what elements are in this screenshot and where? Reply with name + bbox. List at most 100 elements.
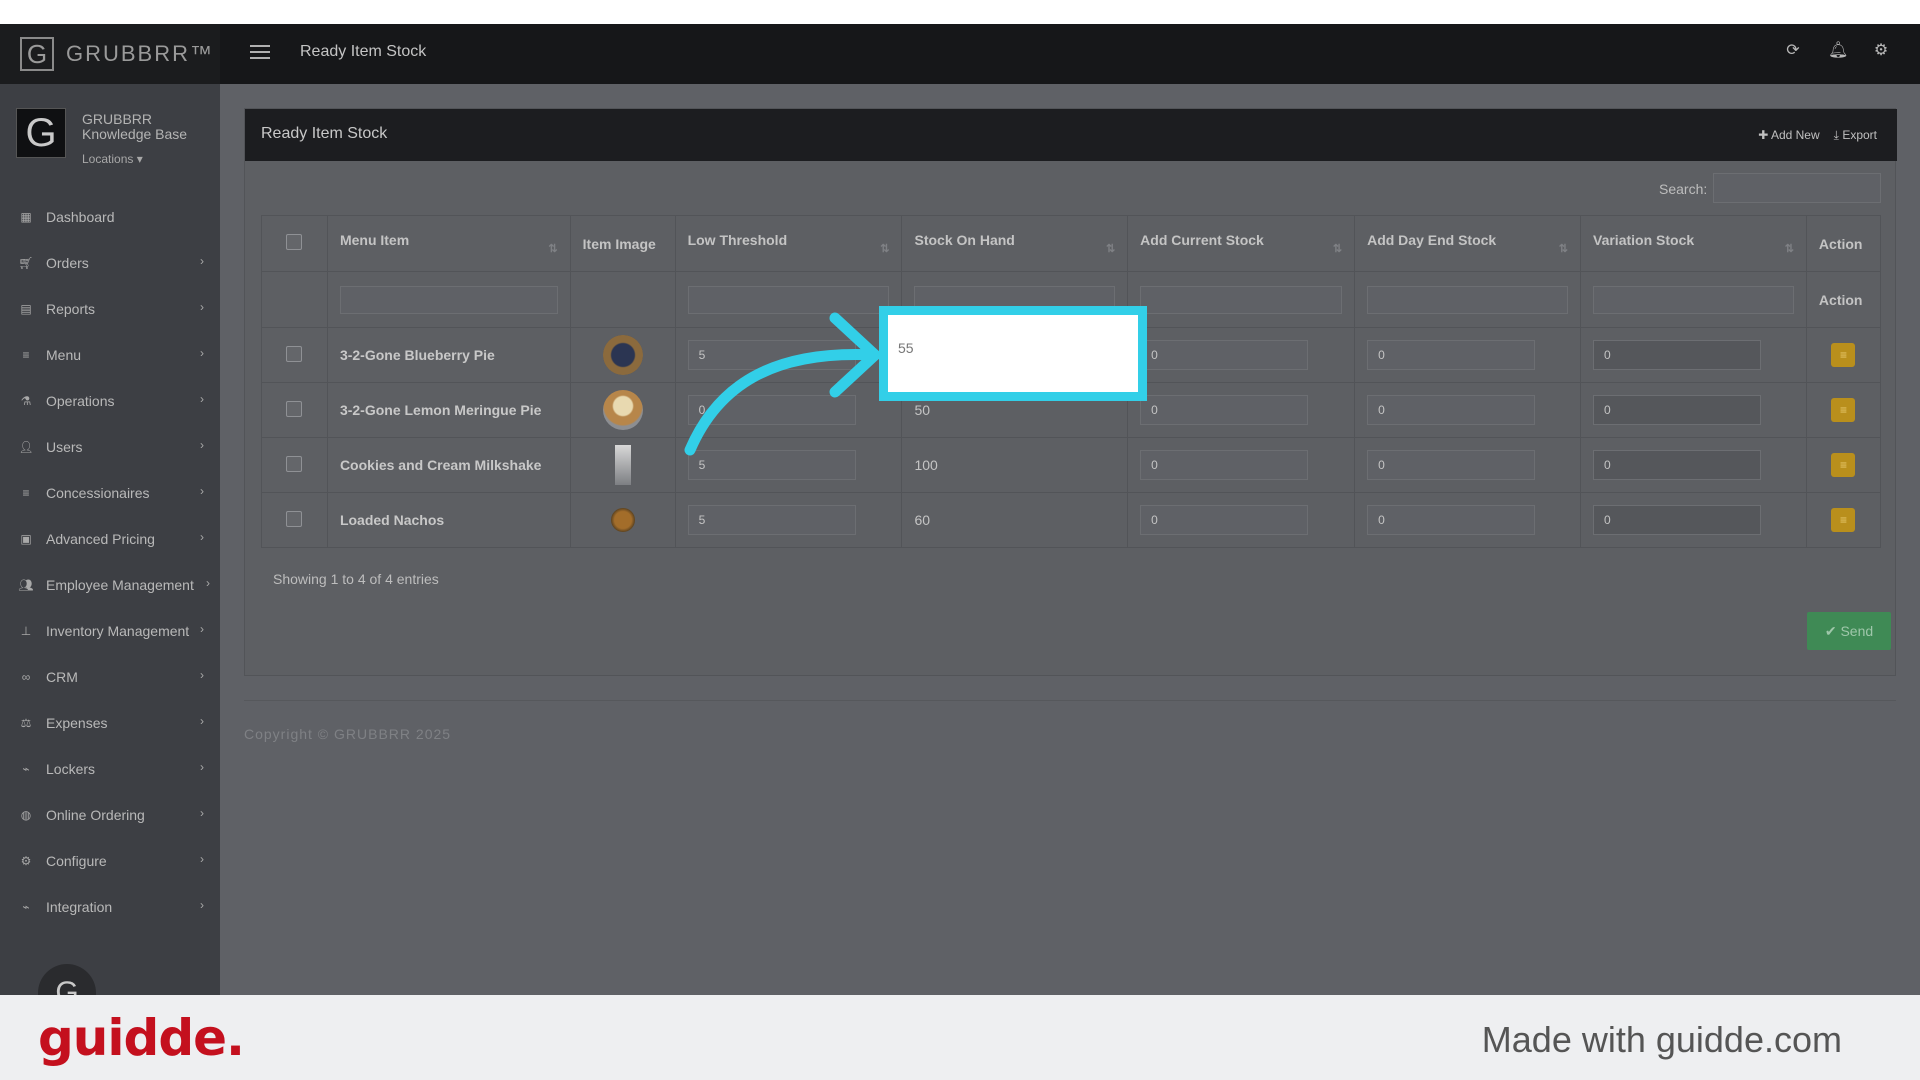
refresh-icon[interactable]: ⟳ (1784, 42, 1802, 60)
menu-item-name: Cookies and Cream Milkshake (339, 457, 542, 473)
sidebar-item-label: Dashboard (46, 209, 115, 225)
sidebar-item-users[interactable]: 👤︎ Users › (0, 424, 220, 470)
row-checkbox[interactable] (286, 455, 303, 472)
variation-stock-filter-input[interactable] (1593, 285, 1794, 314)
nachos-image (610, 508, 635, 532)
col-variation-stock[interactable]: Variation Stock ⇅ (1580, 215, 1807, 272)
add-new-button[interactable]: ✚ Add New (1758, 128, 1819, 143)
grubbrr-logo-icon: G (20, 37, 54, 71)
profile-name: GRUBBRR Knowledge Base (82, 111, 188, 142)
sidebar-item-label: Inventory Management (46, 623, 190, 639)
add-day-end-stock-input[interactable]: 0 (1367, 505, 1536, 535)
add-current-stock-cell: 0 (1127, 437, 1356, 493)
search-input[interactable] (1713, 173, 1881, 203)
variation-stock-input: 0 (1593, 505, 1761, 535)
filter-cell (1580, 271, 1807, 328)
sidebar-item-label: Expenses (46, 715, 108, 731)
add-current-stock-input[interactable]: 0 (1140, 395, 1309, 425)
sidebar-item-inventory-management[interactable]: ⊥ Inventory Management › (0, 608, 220, 654)
add-current-stock-cell: 0 (1127, 492, 1356, 548)
plug-icon: ⌁ (22, 762, 30, 776)
sidebar-item-label: Users (46, 439, 83, 455)
send-button[interactable]: ✔ Send (1807, 612, 1891, 650)
col-stock-on-hand[interactable]: Stock On Hand ⇅ (901, 215, 1129, 272)
row-checkbox[interactable] (286, 400, 303, 417)
sidebar-item-lockers[interactable]: ⌁ Lockers › (0, 746, 220, 792)
item-image-cell (569, 382, 676, 438)
row-action-button[interactable]: ≡ (1831, 453, 1856, 477)
chevron-right-icon: › (200, 760, 204, 774)
add-current-stock-filter-input[interactable] (1140, 285, 1343, 314)
add-day-end-stock-input[interactable]: 0 (1367, 395, 1536, 425)
sidebar-item-label: Employee Management (46, 577, 194, 593)
filter-cell (569, 271, 676, 328)
item-image-cell (569, 492, 676, 548)
sidebar-item-online-ordering[interactable]: ◍ Online Ordering › (0, 792, 220, 838)
table-row: Cookies and Cream Milkshake 5 100 0 0 0 … (261, 437, 1882, 493)
row-action-button[interactable]: ≡ (1831, 398, 1856, 422)
filter-action-label: Action (1805, 271, 1882, 328)
bell-icon[interactable]: 🔔︎ (1828, 42, 1848, 60)
low-threshold-input[interactable]: 5 (687, 505, 856, 535)
col-menu-item[interactable]: Menu Item ⇅ (326, 215, 571, 272)
page-title: Ready Item Stock (300, 43, 427, 60)
hamburger-menu-icon[interactable] (250, 45, 270, 61)
header-icons: ⟳ 🔔︎ ⚙ (1784, 42, 1890, 60)
add-day-end-stock-input[interactable]: 0 (1367, 450, 1536, 480)
add-current-stock-input[interactable]: 0 (1140, 450, 1309, 480)
add-current-stock-input[interactable]: 0 (1140, 340, 1309, 370)
sidebar-item-concessionaires[interactable]: ≡ Concessionaires › (0, 470, 220, 516)
blueberry-pie-image (602, 335, 643, 375)
sidebar-item-expenses[interactable]: ⚖ Expenses › (0, 700, 220, 746)
stock-on-hand-value: 50 (914, 402, 931, 418)
menu-item-cell: Cookies and Cream Milkshake (326, 437, 571, 493)
add-day-end-stock-filter-input[interactable] (1367, 285, 1568, 314)
sidebar-item-menu[interactable]: ≡ Menu › (0, 332, 220, 378)
select-cell (261, 437, 328, 493)
download-icon: ⤓ (1833, 128, 1839, 142)
row-checkbox[interactable] (286, 510, 303, 527)
row-action-button[interactable]: ≡ (1831, 343, 1856, 367)
sidebar-item-label: Configure (46, 853, 107, 869)
sidebar-item-integration[interactable]: ⌁ Integration › (0, 884, 220, 930)
send-label: Send (1840, 623, 1874, 639)
stock-on-hand-value: 60 (914, 512, 931, 528)
sort-icon: ⇅ (548, 243, 558, 255)
brand-name: GRUBBRR™ (66, 41, 215, 66)
col-low-threshold[interactable]: Low Threshold ⇅ (674, 215, 903, 272)
table-header-row: Menu Item ⇅ Item Image Low Threshold ⇅ Sto… (261, 215, 1882, 272)
row-checkbox[interactable] (286, 345, 303, 362)
sidebar-item-advanced-pricing[interactable]: ▣ Advanced Pricing › (0, 516, 220, 562)
caret-down-icon: ▾ (136, 152, 143, 166)
grubbrr-chat-icon[interactable]: G (38, 964, 96, 995)
top-header: G GRUBBRR™ Ready Item Stock ⟳ 🔔︎ ⚙ (0, 24, 1920, 84)
variation-stock-cell: 0 (1580, 492, 1807, 548)
menu-item-name: 3-2-Gone Lemon Meringue Pie (339, 402, 542, 418)
locations-dropdown[interactable]: Locations ▾ (82, 152, 143, 166)
col-add-current-stock[interactable]: Add Current Stock ⇅ (1127, 215, 1356, 272)
export-button[interactable]: ⤓ Export (1834, 128, 1877, 143)
brand[interactable]: G GRUBBRR™ (0, 24, 220, 84)
screen: G GRUBBRR™ Ready Item Stock ⟳ 🔔︎ ⚙ G GRU… (0, 0, 1920, 1080)
add-day-end-stock-input[interactable]: 0 (1367, 340, 1536, 370)
select-all-checkbox[interactable] (286, 234, 303, 250)
sidebar-item-operations[interactable]: ⚗ Operations › (0, 378, 220, 424)
balance-icon: ⚖ (20, 716, 32, 730)
variation-stock-cell: 0 (1580, 382, 1807, 438)
col-label: Action (1818, 235, 1863, 252)
sidebar-item-orders[interactable]: 🛒︎ Orders › (0, 240, 220, 286)
sidebar-item-crm[interactable]: ∞ CRM › (0, 654, 220, 700)
user-plus-icon: 👤︎ (18, 440, 34, 454)
sidebar-item-configure[interactable]: ⚙ Configure › (0, 838, 220, 884)
add-current-stock-input[interactable]: 0 (1140, 505, 1309, 535)
row-action-button[interactable]: ≡ (1831, 508, 1856, 532)
gear-icon[interactable]: ⚙ (1872, 42, 1890, 60)
menu-item-cell: 3-2-Gone Lemon Meringue Pie (326, 382, 571, 438)
sidebar-item-reports[interactable]: ▤ Reports › (0, 286, 220, 332)
link-icon: ∞ (21, 670, 31, 684)
col-add-day-end-stock[interactable]: Add Day End Stock ⇅ (1354, 215, 1581, 272)
sidebar-item-dashboard[interactable]: ▦ Dashboard (0, 194, 220, 240)
sidebar-item-employee-management[interactable]: 👥︎ Employee Management › (0, 562, 220, 608)
stock-on-hand-highlight[interactable]: 55 (879, 306, 1147, 401)
menu-item-filter-input[interactable] (339, 285, 558, 314)
